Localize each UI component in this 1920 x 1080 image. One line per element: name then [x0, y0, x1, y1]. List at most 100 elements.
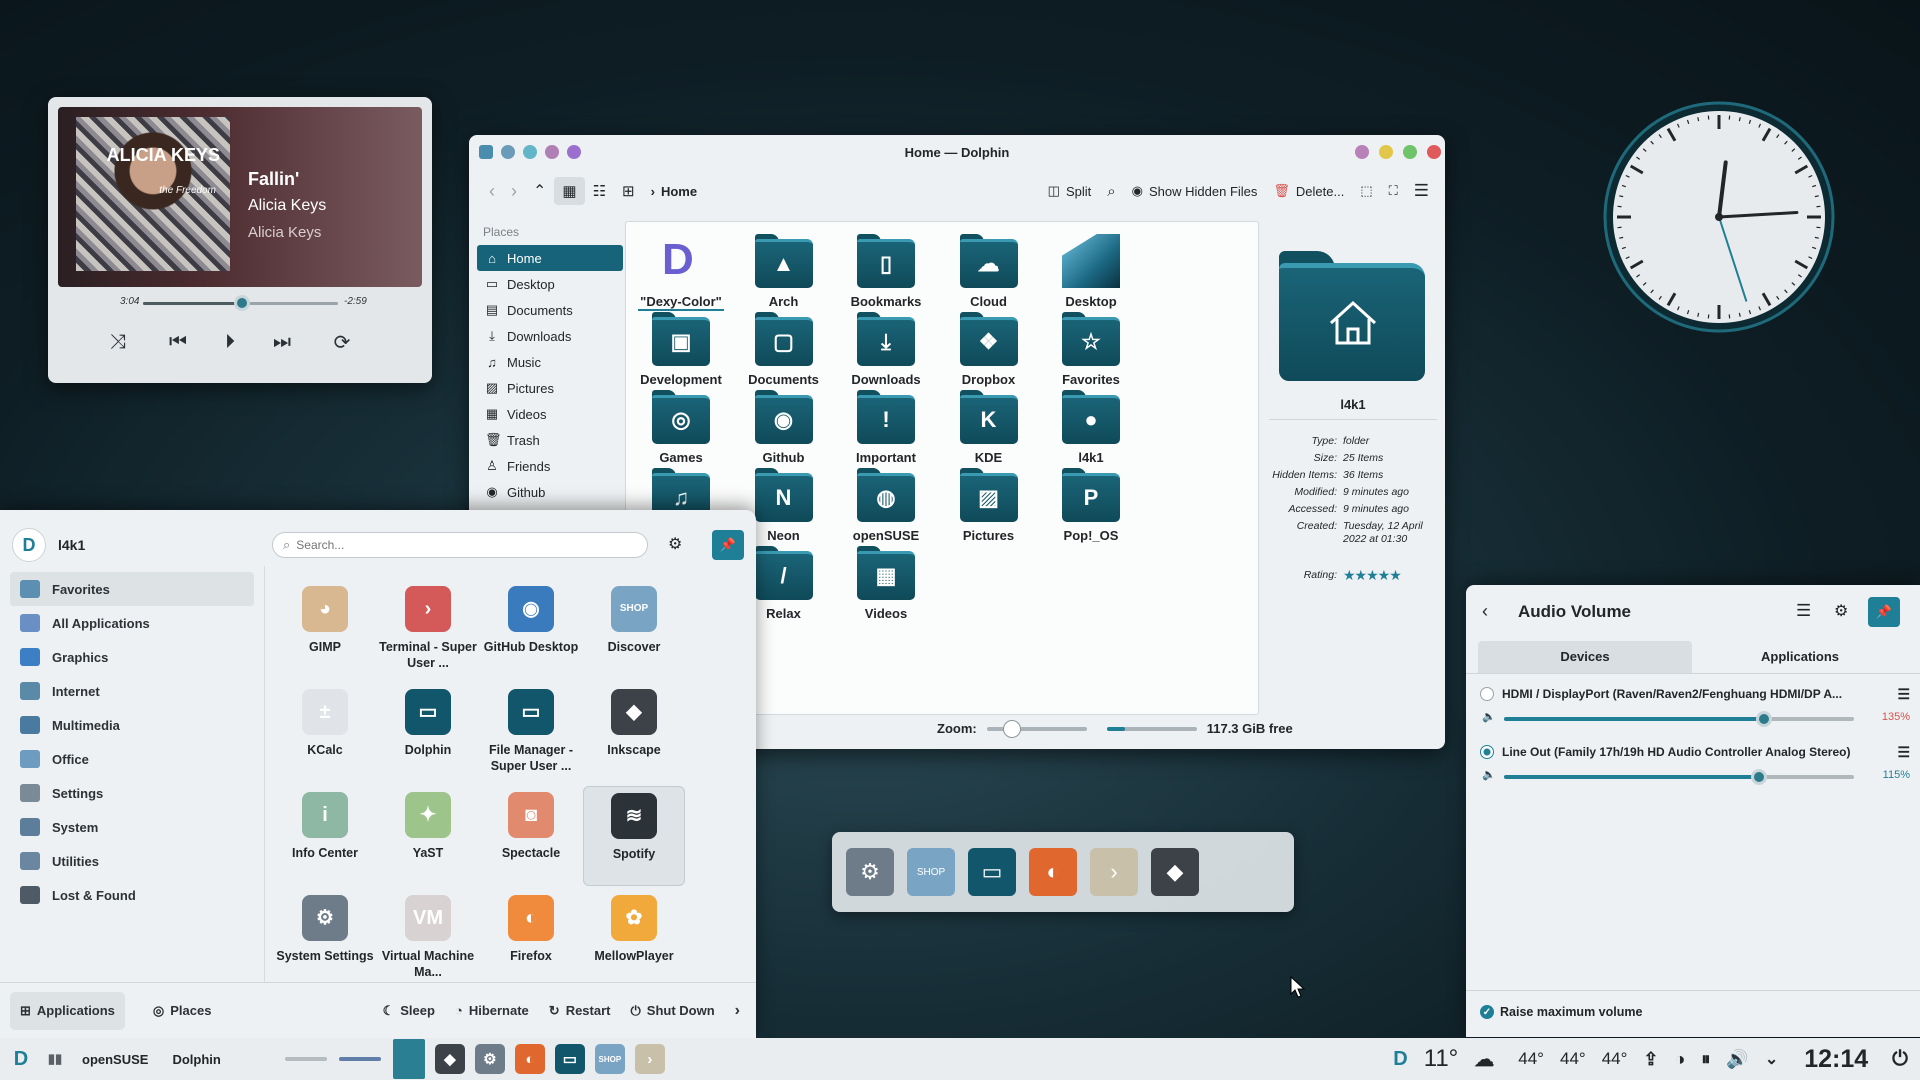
dock-kdevelop-icon[interactable]: ›	[1090, 848, 1138, 896]
window-help-icon[interactable]	[1355, 145, 1369, 159]
seek-handle[interactable]	[234, 295, 251, 311]
speaker-icon[interactable]: 🔈	[1482, 710, 1496, 723]
app-gimp[interactable]: ◕ GIMP	[274, 586, 376, 655]
category-internet[interactable]: Internet	[10, 674, 254, 708]
places-item-desktop[interactable]: ▭ Desktop	[477, 271, 623, 297]
window-minimize-icon[interactable]	[1379, 145, 1393, 159]
split-button[interactable]: ◫ Split	[1040, 177, 1100, 205]
hamburger-menu-icon[interactable]: ☰	[1406, 177, 1437, 205]
file-item[interactable]: ◉ Github	[729, 390, 839, 465]
select-icon[interactable]: ⬚	[1352, 177, 1380, 205]
launcher-icon[interactable]: D	[0, 1038, 42, 1080]
file-item[interactable]: K KDE	[934, 390, 1044, 465]
zoom-slider[interactable]	[986, 719, 1087, 738]
show-hidden-button[interactable]: ◉ Show Hidden Files	[1124, 177, 1266, 205]
previous-track-icon[interactable]: ⏮	[163, 327, 193, 357]
device-menu-icon[interactable]: ☰	[1897, 686, 1910, 703]
desktop-3[interactable]	[392, 1039, 425, 1079]
app-terminal[interactable]: › Terminal - Super User ...	[377, 586, 479, 671]
file-item[interactable]: ! Important	[831, 390, 941, 465]
compact-view-icon[interactable]: ☷	[585, 177, 614, 205]
search-input[interactable]	[296, 538, 597, 552]
window-maximize-icon[interactable]	[1403, 145, 1417, 159]
device-radio[interactable]	[1480, 687, 1494, 701]
window-close-icon[interactable]	[1427, 145, 1441, 159]
app-inkscape[interactable]: ◆ Inkscape	[583, 689, 685, 758]
app-system[interactable]: ⚙ System Settings	[274, 895, 376, 964]
media-pause-icon[interactable]: ⏸	[1701, 1049, 1710, 1070]
taskbar-dolphin-icon[interactable]: ▭	[554, 1044, 585, 1074]
pin-icon[interactable]: 📌	[712, 530, 744, 560]
app-yast[interactable]: ✦ YaST	[377, 792, 479, 861]
app-spotify[interactable]: ≋ Spotify	[583, 786, 685, 886]
more-chevron-icon[interactable]: ›	[725, 992, 750, 1030]
forward-icon[interactable]: ›	[503, 177, 525, 205]
restart-button[interactable]: ↻ Restart	[539, 992, 621, 1030]
tray-expand-icon[interactable]: ⌄	[1765, 1049, 1778, 1069]
file-item[interactable]: ❖ Dropbox	[934, 312, 1044, 387]
app-menu-icon[interactable]	[479, 145, 493, 159]
window-shade-icon[interactable]	[523, 145, 537, 159]
category-multimedia[interactable]: Multimedia	[10, 708, 254, 742]
places-item-friends[interactable]: ♙ Friends	[477, 453, 623, 479]
raise-max-volume-checkbox[interactable]: ✓ Raise maximum volume	[1480, 1005, 1642, 1019]
file-item[interactable]: ◎ Games	[626, 390, 736, 465]
task-dolphin[interactable]: Dolphin	[172, 1052, 220, 1067]
task-opensuse[interactable]: openSUSE	[82, 1052, 148, 1067]
search-icon[interactable]: ⌕	[1099, 177, 1123, 205]
places-tab[interactable]: ◎ Places	[143, 992, 222, 1030]
places-item-github[interactable]: ◉ Github	[477, 479, 623, 505]
category-lost-found[interactable]: Lost & Found	[10, 878, 254, 912]
delete-button[interactable]: 🗑 Delete...	[1265, 177, 1352, 205]
taskbar-kdevelop-icon[interactable]: ›	[634, 1044, 665, 1074]
repeat-icon[interactable]: ⟳	[327, 327, 357, 357]
file-item[interactable]: ◍ openSUSE	[831, 468, 941, 543]
dock-inkscape-icon[interactable]: ◆	[1151, 848, 1199, 896]
back-icon[interactable]: ‹	[481, 177, 503, 205]
volume-handle[interactable]	[1750, 769, 1767, 785]
window-keep-above-icon[interactable]	[567, 145, 581, 159]
file-item[interactable]: ● l4k1	[1036, 390, 1146, 465]
places-item-home[interactable]: ⌂ Home	[477, 245, 623, 271]
pin-icon[interactable]: 📌	[1868, 597, 1900, 627]
dock-dolphin-icon[interactable]: ▭	[968, 848, 1016, 896]
tab-applications[interactable]: Applications	[1692, 641, 1908, 673]
night-color-icon[interactable]: ◑	[1675, 1049, 1686, 1070]
clock-time[interactable]: 12:14	[1804, 1045, 1868, 1074]
volume-handle[interactable]	[1755, 711, 1772, 727]
breadcrumb[interactable]: › Home	[643, 177, 705, 205]
category-settings[interactable]: Settings	[10, 776, 254, 810]
category-utilities[interactable]: Utilities	[10, 844, 254, 878]
next-track-icon[interactable]: ⏭	[267, 327, 297, 357]
rating-stars[interactable]: ★★★★★	[1343, 567, 1402, 584]
applications-tab[interactable]: ⊞ Applications	[10, 991, 125, 1030]
file-item[interactable]: P Pop!_OS	[1036, 468, 1146, 543]
configure-icon[interactable]: ⚙	[1834, 601, 1848, 621]
category-system[interactable]: System	[10, 810, 254, 844]
user-avatar[interactable]: D	[12, 528, 46, 562]
breadcrumb-home[interactable]: Home	[661, 184, 697, 199]
weather-temp[interactable]: 11°	[1424, 1045, 1459, 1073]
weather-icon[interactable]: ☁	[1474, 1047, 1494, 1072]
pager-icon[interactable]: ▮▮	[42, 1038, 68, 1080]
file-item[interactable]: ▲ Arch	[729, 234, 839, 309]
file-item[interactable]: ☁ Cloud	[934, 234, 1044, 309]
places-item-music[interactable]: ♫ Music	[477, 349, 623, 375]
hibernate-button[interactable]: ◔ Hibernate	[445, 992, 539, 1030]
places-item-videos[interactable]: ▦ Videos	[477, 401, 623, 427]
volume-icon[interactable]: 🔊	[1726, 1049, 1748, 1070]
file-item[interactable]: ▦ Videos	[831, 546, 941, 621]
category-favorites[interactable]: Favorites	[10, 572, 254, 606]
app-file[interactable]: ▭ File Manager - Super User ...	[480, 689, 582, 774]
search-field[interactable]: ⌕	[272, 532, 648, 558]
tab-devices[interactable]: Devices	[1478, 641, 1692, 673]
play-icon[interactable]: ⏵	[215, 327, 245, 357]
app-kcalc[interactable]: ± KCalc	[274, 689, 376, 758]
app-virtual[interactable]: VM Virtual Machine Ma...	[377, 895, 479, 980]
updates-icon[interactable]: ⇪	[1643, 1049, 1658, 1070]
taskbar-system-settings-icon[interactable]: ⚙	[474, 1044, 505, 1074]
hamburger-menu-icon[interactable]: ☰	[1796, 601, 1811, 621]
power-icon[interactable]: ⏻	[1892, 1048, 1908, 1071]
places-item-documents[interactable]: ▤ Documents	[477, 297, 623, 323]
desktop-1[interactable]	[284, 1057, 327, 1061]
